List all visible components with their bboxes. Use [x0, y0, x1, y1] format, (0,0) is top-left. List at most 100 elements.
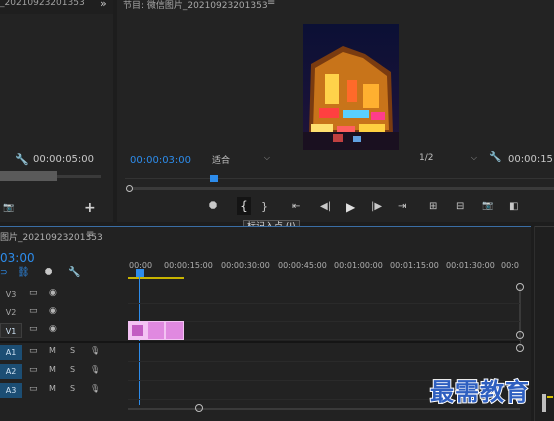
program-duration-timecode: 00:00:15: [508, 154, 554, 165]
go-to-in-button[interactable]: ⇤ [292, 201, 300, 212]
ruler-label: 00:0 [501, 261, 519, 270]
play-button[interactable]: ▶ [346, 200, 355, 214]
zoom-select[interactable]: 适合 ⌵ [210, 152, 272, 166]
resolution-select-value: 1/2 [419, 153, 434, 163]
source-duration-timecode: 00:00:05:00 [33, 154, 95, 165]
timeline-header: 图片_20210923201353 ≡ [0, 226, 531, 243]
microphone-icon[interactable]: 🎙 [90, 365, 100, 374]
timeline-timecode[interactable]: 03:00 [0, 251, 35, 265]
program-monitor-panel: 节目: 微信图片_20210923201353 ≡ 00:00:03:00 适合… [117, 0, 554, 222]
ruler-label: 00:01:15:00 [390, 261, 439, 270]
step-back-button[interactable]: ◀| [320, 201, 331, 212]
film-icon[interactable]: ▭ [29, 288, 38, 298]
track-lane-a1[interactable] [128, 343, 520, 362]
program-scroll-handle[interactable] [126, 185, 133, 192]
compare-view-button[interactable]: ◧ [509, 201, 518, 212]
film-icon[interactable]: ▭ [29, 306, 38, 316]
program-current-timecode[interactable]: 00:00:03:00 [130, 155, 191, 166]
track-header-v3: V3 ▭ ◉ [0, 285, 128, 304]
watermark-text: 最需教育 [429, 376, 530, 407]
source-scrub-bar[interactable] [0, 171, 57, 181]
wrench-icon[interactable]: 🔧 [489, 152, 501, 163]
program-menu-icon[interactable]: ≡ [267, 0, 275, 8]
mute-toggle[interactable]: M [49, 346, 56, 355]
horizontal-scroll-handle[interactable] [195, 404, 203, 412]
step-forward-button[interactable]: |▶ [371, 201, 382, 212]
source-monitor-title: _20210923201353 [0, 0, 85, 8]
track-lane-v3[interactable] [128, 285, 520, 304]
track-header-a2: A2 ▭ M S 🎙 [0, 362, 128, 381]
panel-overflow-icon[interactable]: » [100, 0, 107, 10]
source-scrub-track [57, 175, 101, 178]
ruler-label: 00:00:30:00 [221, 261, 270, 270]
track-header-a1: A1 ▭ M S 🎙 [0, 343, 128, 362]
mark-out-button[interactable]: } [261, 200, 268, 213]
program-scroll-track [129, 187, 554, 190]
horizontal-scroll-track [128, 408, 520, 410]
track-header-v2: V2 ▭ ◉ [0, 303, 128, 322]
solo-toggle[interactable]: S [70, 365, 75, 374]
work-area-bar[interactable] [128, 277, 184, 279]
clip-thumbnail [132, 325, 143, 336]
chevron-down-icon: ⌵ [263, 153, 270, 162]
ruler-label: 00:00:15:00 [164, 261, 213, 270]
microphone-icon[interactable]: 🎙 [90, 346, 100, 355]
video-clip[interactable] [128, 321, 147, 340]
go-to-out-button[interactable]: ⇥ [398, 201, 406, 212]
video-clip[interactable] [165, 321, 184, 340]
ruler-label: 00:01:00:00 [334, 261, 383, 270]
overwrite-button[interactable]: ⊟ [456, 201, 464, 212]
timeline-playhead[interactable] [136, 269, 144, 277]
mute-toggle[interactable]: M [49, 365, 56, 374]
snap-icon[interactable]: ⊃ [0, 268, 8, 278]
ruler-label: 00:00:45:00 [278, 261, 327, 270]
microphone-icon[interactable]: 🎙 [90, 384, 100, 393]
meter-level [547, 396, 553, 398]
add-marker-button[interactable]: ⯃ [209, 201, 217, 212]
program-playhead[interactable] [210, 175, 218, 182]
chevron-down-icon: ⌵ [470, 153, 477, 162]
eye-icon[interactable]: ◉ [49, 324, 57, 334]
source-monitor-panel: _20210923201353 » 🔧 00:00:05:00 📷 + [0, 0, 113, 222]
solo-toggle[interactable]: S [70, 346, 75, 355]
timeline-ruler[interactable]: 00:00 00:00:15:00 00:00:30:00 00:00:45:0… [128, 259, 520, 281]
solo-toggle[interactable]: S [70, 384, 75, 393]
film-icon[interactable]: ▭ [29, 365, 38, 375]
eye-icon[interactable]: ◉ [49, 306, 57, 316]
program-time-ruler[interactable] [125, 171, 554, 179]
linked-selection-icon[interactable]: ⛓ [17, 267, 30, 278]
mark-in-button[interactable]: { [237, 197, 251, 215]
track-name[interactable]: V3 [0, 287, 22, 302]
film-icon[interactable]: ▭ [29, 324, 38, 334]
track-name[interactable]: V1 [0, 323, 22, 338]
video-clip[interactable] [147, 321, 165, 340]
resolution-select[interactable]: 1/2 ⌵ [417, 152, 479, 166]
timeline-menu-icon[interactable]: ≡ [86, 229, 94, 240]
insert-button[interactable]: ⊞ [429, 201, 437, 212]
export-frame-button[interactable]: 📷 [482, 201, 493, 211]
track-name[interactable]: V2 [0, 305, 22, 320]
panel-header-line [535, 226, 554, 227]
add-marker-icon[interactable]: ⯃ [45, 268, 52, 278]
eye-icon[interactable]: ◉ [49, 288, 57, 298]
program-monitor-title: 节目: 微信图片_20210923201353 [123, 1, 268, 11]
mute-toggle[interactable]: M [49, 384, 56, 393]
program-preview-image [303, 24, 399, 150]
wrench-icon[interactable]: 🔧 [68, 267, 80, 278]
wrench-icon[interactable]: 🔧 [15, 153, 29, 166]
film-icon[interactable]: ▭ [29, 384, 38, 394]
track-name[interactable]: A1 [0, 345, 22, 360]
source-monitor-header: _20210923201353 » [0, 0, 113, 14]
film-icon[interactable]: ▭ [29, 346, 38, 356]
track-name[interactable]: A2 [0, 364, 22, 379]
track-lane-v2[interactable] [128, 303, 520, 322]
camera-icon[interactable]: 📷 [3, 203, 14, 213]
track-name[interactable]: A3 [0, 383, 22, 398]
night-street-photo [303, 24, 399, 150]
audio-meter-panel [534, 226, 554, 421]
zoom-select-value: 适合 [212, 156, 231, 166]
meter-handle[interactable] [542, 394, 546, 412]
add-button[interactable]: + [84, 200, 96, 216]
track-lane-v1[interactable] [128, 321, 520, 340]
track-header-a3: A3 ▭ M S 🎙 [0, 381, 128, 400]
